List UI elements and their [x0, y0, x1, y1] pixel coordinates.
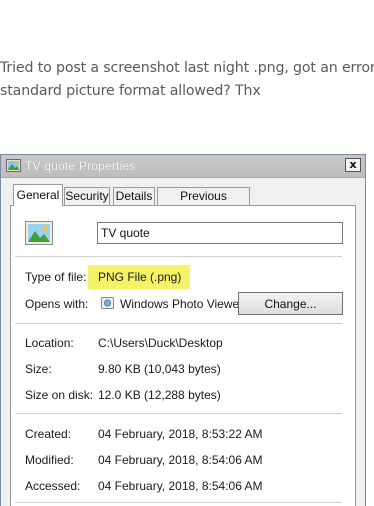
opens-with-value: Windows Photo Viewer — [120, 297, 244, 311]
accessed-label: Accessed: — [25, 479, 81, 493]
post-line-2: standard picture format allowed? Thx — [0, 83, 261, 99]
post-line-1: Tried to post a screenshot last night .p… — [0, 60, 374, 76]
location-value: C:\Users\Duck\Desktop — [98, 336, 223, 350]
tab-general[interactable]: General — [13, 184, 63, 206]
location-label: Location: — [25, 336, 74, 350]
file-name-input[interactable] — [97, 222, 343, 244]
close-button[interactable]: x — [345, 158, 361, 172]
separator — [15, 323, 342, 324]
dialog-titlebar[interactable]: TV quote Properties x — [1, 155, 365, 178]
separator — [15, 413, 342, 414]
type-of-file-label: Type of file: — [25, 270, 87, 284]
size-label: Size: — [25, 362, 52, 376]
opens-with-label: Opens with: — [25, 297, 89, 311]
dialog-title: TV quote Properties — [25, 159, 136, 173]
type-of-file-value: PNG File (.png) — [98, 270, 182, 284]
change-button[interactable]: Change... — [238, 292, 343, 315]
separator — [15, 256, 342, 257]
accessed-value: 04 February, 2018, 8:54:06 AM — [98, 479, 263, 493]
tab-security[interactable]: Security — [64, 187, 110, 205]
created-value: 04 February, 2018, 8:53:22 AM — [98, 427, 263, 441]
photo-viewer-icon — [101, 297, 114, 309]
size-on-disk-value: 12.0 KB (12,288 bytes) — [98, 388, 221, 402]
size-on-disk-label: Size on disk: — [25, 388, 94, 402]
separator — [15, 502, 342, 503]
created-label: Created: — [25, 427, 72, 441]
close-icon: x — [349, 158, 357, 171]
modified-value: 04 February, 2018, 8:54:06 AM — [98, 453, 263, 467]
modified-label: Modified: — [25, 453, 74, 467]
post-text: Tried to post a screenshot last night .p… — [0, 57, 374, 103]
image-file-icon — [25, 221, 53, 245]
image-file-icon — [6, 159, 21, 172]
tab-details[interactable]: Details — [113, 187, 155, 205]
size-value: 9.80 KB (10,043 bytes) — [98, 362, 221, 376]
tab-previous-versions[interactable]: Previous Versions — [157, 187, 250, 219]
